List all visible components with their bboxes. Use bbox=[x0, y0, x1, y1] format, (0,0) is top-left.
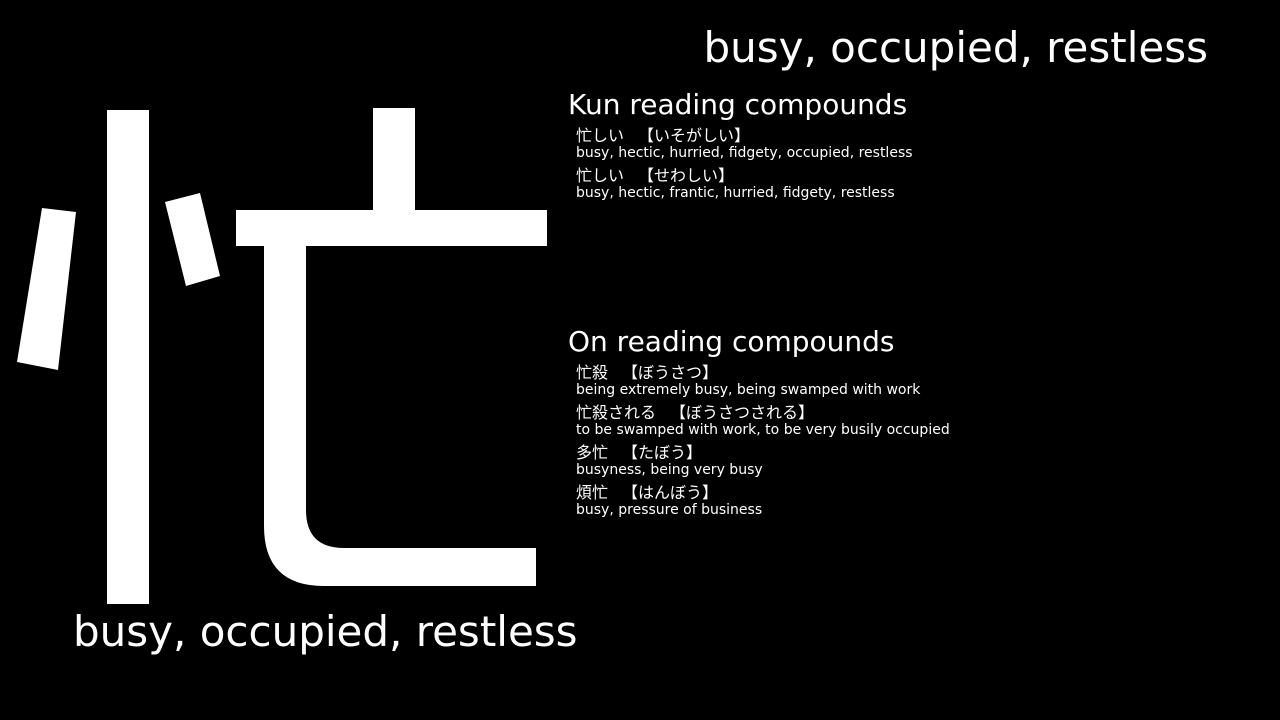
compound-reading: 【はんぼう】 bbox=[622, 483, 719, 502]
meaning-bottom: busy, occupied, restless bbox=[73, 607, 578, 656]
on-reading-section: On reading compounds 忙殺 【ぼうさつ】 being extr… bbox=[568, 325, 1248, 524]
on-entry: 忙殺される 【ぼうさつされる】 to be swamped with work, … bbox=[576, 403, 1248, 439]
meaning-top: busy, occupied, restless bbox=[703, 23, 1208, 72]
compound-word: 忙殺 bbox=[576, 363, 609, 382]
kanji-glyph bbox=[0, 60, 560, 640]
compound-word: 忙しい bbox=[576, 166, 625, 185]
compound-definition: being extremely busy, being swamped with… bbox=[576, 382, 921, 398]
compound-definition: busyness, being very busy bbox=[576, 462, 763, 478]
compound-reading: 【せわしい】 bbox=[638, 166, 735, 185]
kun-entry: 忙しい 【いそがしい】 busy, hectic, hurried, fidget… bbox=[576, 126, 1248, 162]
compound-word: 多忙 bbox=[576, 443, 609, 462]
compound-reading: 【いそがしい】 bbox=[638, 126, 751, 145]
compound-reading: 【たぼう】 bbox=[622, 443, 703, 462]
compound-definition: busy, hectic, frantic, hurried, fidgety,… bbox=[576, 185, 895, 201]
kun-section-title: Kun reading compounds bbox=[568, 88, 908, 121]
on-entry: 忙殺 【ぼうさつ】 being extremely busy, being swa… bbox=[576, 363, 1248, 399]
compound-definition: to be swamped with work, to be very busi… bbox=[576, 422, 950, 438]
compound-word: 忙殺される bbox=[576, 403, 657, 422]
compound-definition: busy, hectic, hurried, fidgety, occupied… bbox=[576, 145, 913, 161]
kun-entry: 忙しい 【せわしい】 busy, hectic, frantic, hurried… bbox=[576, 166, 1248, 202]
kun-reading-section: Kun reading compounds 忙しい 【いそがしい】 busy, h… bbox=[568, 88, 1248, 207]
compound-word: 忙しい bbox=[576, 126, 625, 145]
compound-word: 煩忙 bbox=[576, 483, 609, 502]
compound-reading: 【ぼうさつ】 bbox=[622, 363, 719, 382]
kanji-busy-glyph bbox=[17, 108, 547, 604]
on-section-title: On reading compounds bbox=[568, 325, 895, 358]
on-entry: 煩忙 【はんぼう】 busy, pressure of business bbox=[576, 483, 1248, 519]
compound-reading: 【ぼうさつされる】 bbox=[670, 403, 815, 422]
compound-definition: busy, pressure of business bbox=[576, 502, 763, 518]
on-entry: 多忙 【たぼう】 busyness, being very busy bbox=[576, 443, 1248, 479]
